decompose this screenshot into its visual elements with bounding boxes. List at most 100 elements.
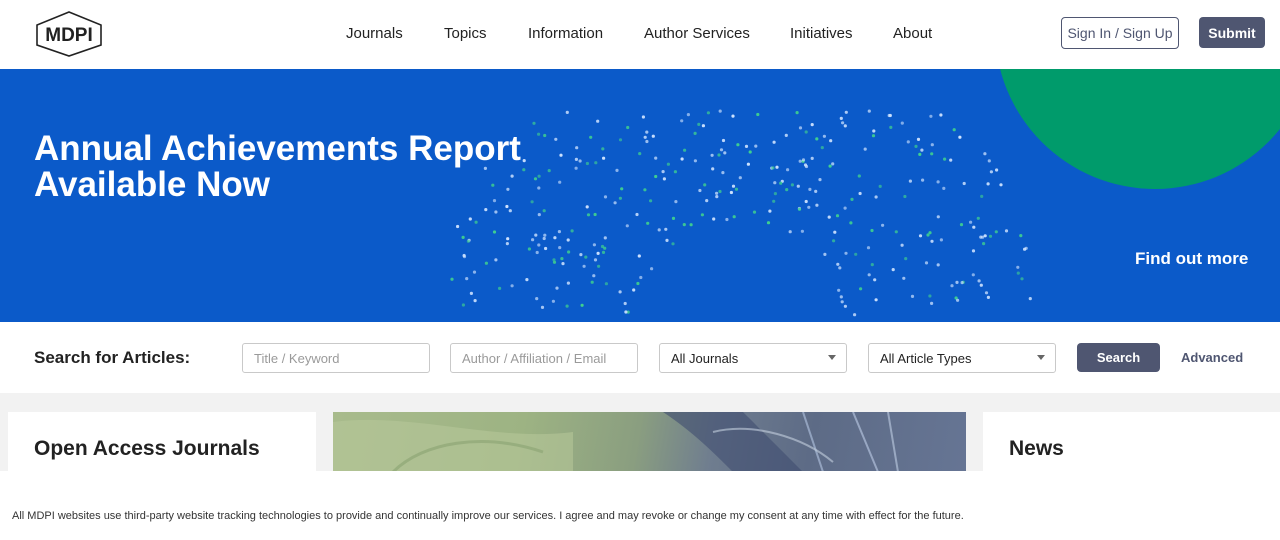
search-label: Search for Articles: xyxy=(34,348,191,367)
banner-dot xyxy=(995,168,999,172)
nav-topics[interactable]: Topics xyxy=(444,25,487,42)
banner-dot xyxy=(680,119,684,123)
banner-dot xyxy=(857,174,861,178)
banner-dot xyxy=(969,220,973,224)
banner-dot xyxy=(664,227,668,231)
banner-dot xyxy=(823,252,827,256)
banner-dot xyxy=(534,233,538,237)
banner-dot xyxy=(474,220,478,224)
banner-dot xyxy=(926,233,930,237)
banner-dot xyxy=(532,121,536,125)
banner-dot xyxy=(744,144,749,148)
banner-dot xyxy=(645,130,649,134)
banner-dot xyxy=(1019,234,1023,238)
banner-dot xyxy=(712,217,716,221)
banner-dot xyxy=(910,294,915,298)
banner-dot xyxy=(544,246,548,251)
banner-dot xyxy=(601,250,606,254)
nav-author-services[interactable]: Author Services xyxy=(644,25,750,42)
banner-dot xyxy=(592,274,596,278)
banner-dot xyxy=(828,164,832,168)
banner-dot xyxy=(930,143,934,147)
featured-image[interactable] xyxy=(333,412,966,472)
banner-dot xyxy=(870,263,874,267)
banner-dot xyxy=(555,286,559,290)
mdpi-logo[interactable]: MDPI xyxy=(33,11,105,57)
banner-dot xyxy=(976,216,980,220)
journal-select[interactable]: All Journals xyxy=(659,343,847,373)
banner-dot xyxy=(900,121,904,125)
banner-dot xyxy=(918,152,922,156)
title-keyword-input[interactable] xyxy=(242,343,430,373)
banner-dot xyxy=(930,301,934,305)
banner-dot xyxy=(994,230,998,234)
banner-dot xyxy=(810,156,814,160)
article-type-select[interactable]: All Article Types xyxy=(868,343,1056,373)
banner-dot xyxy=(498,286,502,290)
banner-dot xyxy=(715,191,719,195)
banner-dot xyxy=(673,170,678,174)
submit-button[interactable]: Submit xyxy=(1199,17,1265,48)
banner-dot xyxy=(853,313,857,317)
author-affiliation-input[interactable] xyxy=(450,343,638,373)
banner-dot xyxy=(943,157,947,161)
banner-dot xyxy=(649,199,653,203)
chevron-down-icon xyxy=(1037,355,1045,360)
banner-dot xyxy=(651,134,655,138)
banner-dot xyxy=(839,295,843,299)
banner-dot xyxy=(930,239,934,243)
banner-dot xyxy=(872,129,876,133)
banner-dot xyxy=(624,310,628,314)
banner-dot xyxy=(618,290,622,294)
banner-dot xyxy=(729,190,734,195)
search-button[interactable]: Search xyxy=(1077,343,1160,372)
banner-dot xyxy=(754,144,758,148)
banner-dot xyxy=(552,260,557,264)
banner-dot xyxy=(542,209,546,213)
sign-in-button[interactable]: Sign In / Sign Up xyxy=(1061,17,1179,49)
banner-dot xyxy=(903,194,907,199)
banner-dot xyxy=(939,238,944,242)
banner-dot xyxy=(859,287,863,291)
banner-dot xyxy=(836,262,840,266)
banner-dot xyxy=(710,153,714,157)
banner-dot xyxy=(620,187,624,191)
banner-dot xyxy=(986,182,990,186)
banner-dot xyxy=(625,224,629,228)
banner-dot xyxy=(654,174,658,179)
banner-dot xyxy=(785,188,789,192)
banner-dot xyxy=(815,137,819,141)
banner-dot xyxy=(719,148,724,152)
banner-dot xyxy=(643,135,647,139)
find-out-more-link[interactable]: Find out more xyxy=(1135,249,1248,269)
nav-about[interactable]: About xyxy=(893,25,932,42)
banner-dot xyxy=(693,159,698,163)
banner-dot xyxy=(971,273,975,277)
nav-initiatives[interactable]: Initiatives xyxy=(790,25,853,42)
hero-banner[interactable]: Annual Achievements Report Available Now… xyxy=(0,69,1280,322)
nav-information[interactable]: Information xyxy=(528,25,603,42)
nav-journals[interactable]: Journals xyxy=(346,25,403,42)
banner-dot xyxy=(594,161,598,165)
banner-dot xyxy=(553,236,557,240)
banner-dot xyxy=(639,275,643,280)
banner-dot xyxy=(804,130,808,134)
advanced-search-link[interactable]: Advanced xyxy=(1181,350,1243,365)
banner-dot xyxy=(814,189,818,193)
banner-dot xyxy=(715,195,719,199)
banner-dot xyxy=(732,215,736,219)
banner-dot xyxy=(721,171,725,175)
banner-dot xyxy=(979,283,983,287)
banner-dot xyxy=(473,299,477,303)
banner-dot xyxy=(833,230,837,234)
banner-dot xyxy=(889,125,893,129)
banner-dot xyxy=(689,223,693,227)
banner-dot xyxy=(775,165,779,169)
banner-dot xyxy=(837,288,841,292)
banner-dot xyxy=(796,184,800,188)
banner-dot xyxy=(566,281,571,285)
banner-dot xyxy=(693,131,697,135)
banner-dot xyxy=(858,191,862,196)
banner-dot xyxy=(671,216,676,220)
banner-dot xyxy=(465,277,469,281)
